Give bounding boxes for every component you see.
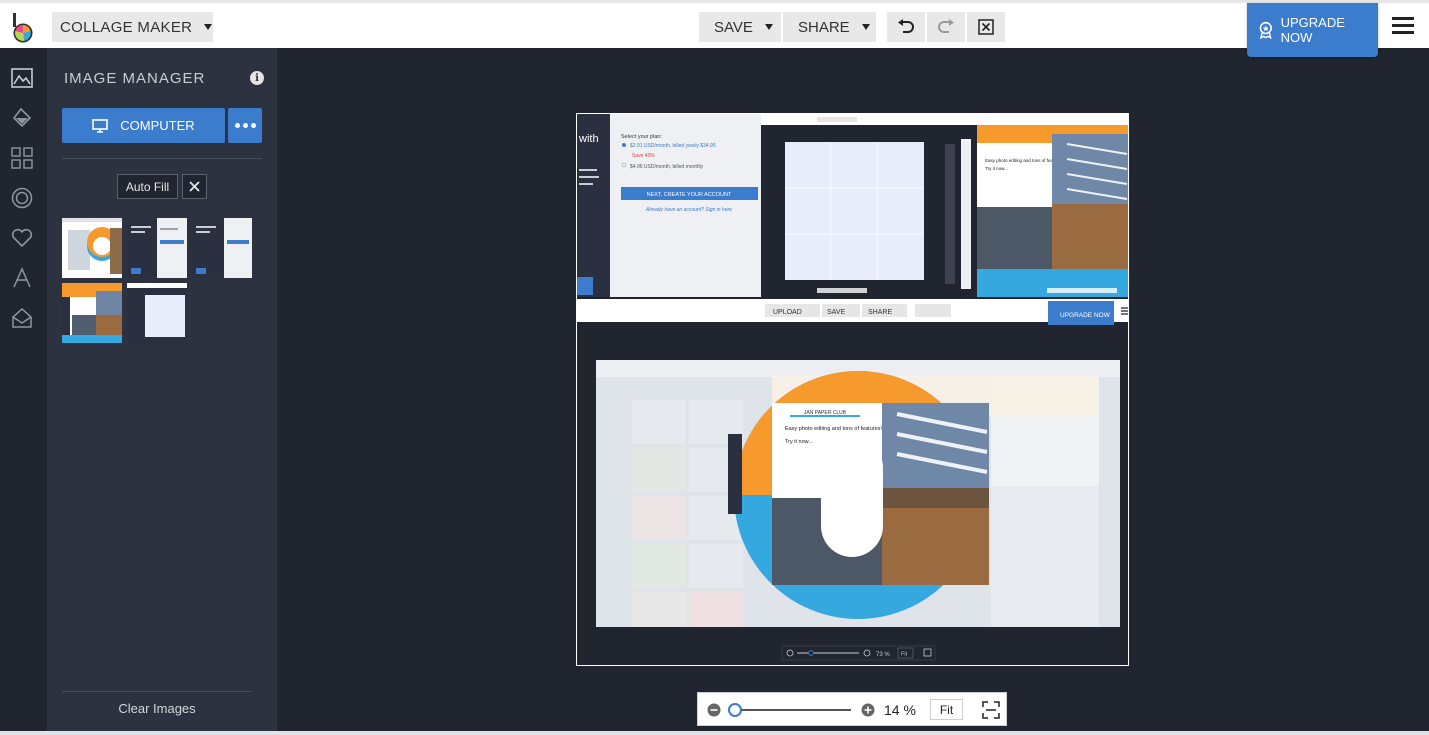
zoom-in-icon[interactable] — [861, 703, 875, 717]
fit-label: Fit — [939, 702, 954, 717]
target-icon[interactable] — [10, 186, 34, 210]
upgrade-now-button[interactable]: UPGRADE NOW — [1247, 3, 1378, 57]
close-doc-icon — [978, 19, 994, 35]
card-headline: Easy photo editing and tons of features! — [785, 426, 882, 432]
collage-canvas[interactable]: with Select your plan: $2.91 USD/month, … — [576, 113, 1129, 666]
zoom-slider-track[interactable] — [735, 709, 851, 711]
image-thumbnail[interactable] — [62, 218, 122, 278]
top-toolbar: COLLAGE MAKER SAVE SHARE UPGRADE NOW — [0, 0, 1429, 57]
close-icon — [189, 181, 200, 192]
cell-heading-fragment: with — [578, 133, 599, 145]
tool-rail — [0, 48, 46, 735]
image-thumbnail[interactable] — [192, 218, 252, 278]
bottom-edge — [0, 731, 1429, 735]
collage-maker-menu[interactable]: COLLAGE MAKER — [52, 12, 213, 42]
layouts-icon[interactable] — [10, 146, 34, 170]
preview-sub: Try it now... — [985, 166, 1008, 171]
upgrade-now-label: UPGRADE NOW — [1280, 15, 1345, 45]
monitor-icon — [92, 118, 109, 133]
auto-fill-button[interactable]: Auto Fill — [117, 174, 178, 199]
panel-divider — [62, 158, 262, 159]
mini-upgrade-label: UPGRADE NOW — [1060, 312, 1111, 319]
mini-zoom-value: 73 % — [876, 652, 890, 658]
zoom-value: 14 % — [884, 702, 916, 718]
image-thumbnail[interactable] — [127, 283, 187, 343]
image-thumbnail[interactable] — [62, 283, 122, 343]
collage-cell-preview[interactable]: Easy photo editing and tons of features!… — [945, 114, 1129, 297]
image-manager-icon[interactable] — [10, 66, 34, 90]
collage-cell-pricing[interactable]: with Select your plan: $2.91 USD/month, … — [577, 114, 761, 297]
zoom-bar: 14 % Fit — [697, 692, 1007, 726]
chevron-down-icon — [764, 24, 773, 30]
signin-link: Already have an account? Sign in here — [645, 207, 732, 213]
clear-autofill-button[interactable] — [182, 174, 207, 199]
computer-label: COMPUTER — [120, 118, 195, 133]
auto-fill-label: Auto Fill — [125, 179, 170, 194]
share-label: SHARE — [798, 18, 850, 36]
redo-icon — [938, 19, 954, 33]
collage-maker-label: COLLAGE MAKER — [60, 18, 193, 36]
mini-save-label: SAVE — [827, 309, 845, 316]
chevron-down-icon — [204, 24, 213, 30]
clear-images-button[interactable]: Clear Images — [62, 696, 252, 720]
panel-divider — [62, 691, 252, 692]
mini-upload-label: UPLOAD — [773, 309, 802, 316]
undo-icon — [898, 19, 914, 33]
hamburger-menu-icon[interactable] — [1392, 17, 1414, 37]
plan-title: Select your plan: — [621, 134, 662, 140]
mini-fit-label: Fit — [901, 652, 908, 658]
zoom-out-icon[interactable] — [707, 703, 721, 717]
redo-button[interactable] — [927, 12, 965, 42]
mini-share-label: SHARE — [868, 309, 892, 316]
zoom-slider-handle[interactable] — [728, 703, 742, 717]
image-manager-title: IMAGE MANAGER — [64, 70, 206, 87]
save-button[interactable]: SAVE — [699, 12, 781, 42]
befunky-logo-icon[interactable] — [10, 13, 36, 43]
more-sources-button[interactable] — [228, 108, 262, 143]
save-label: SAVE — [714, 18, 753, 36]
plan-option-monthly: $4.96 USD/month, billed monthly — [630, 164, 704, 170]
card-title: JAN PAPER CLUB — [804, 410, 847, 416]
fit-button[interactable]: Fit — [930, 699, 963, 720]
create-account-cta: NEXT, CREATE YOUR ACCOUNT — [647, 192, 732, 198]
collage-cell-editor[interactable] — [761, 114, 945, 297]
more-dots-icon — [234, 123, 240, 128]
graphics-icon[interactable] — [10, 306, 34, 330]
collage-cell-big-editor[interactable]: UPLOAD SAVE SHARE UPGRADE NOW JAN PAPER … — [577, 299, 1129, 666]
share-button[interactable]: SHARE — [783, 12, 876, 42]
image-manager-panel: IMAGE MANAGER i COMPUTER Auto Fill Clear… — [47, 48, 277, 731]
chevron-down-icon — [861, 24, 870, 30]
clear-images-label: Clear Images — [118, 700, 196, 716]
close-document-button[interactable] — [967, 12, 1005, 42]
upgrade-icon — [1259, 21, 1272, 39]
collage-maker-app: COLLAGE MAKER SAVE SHARE UPGRADE NOW IMA… — [0, 0, 1429, 735]
heart-icon[interactable] — [10, 226, 34, 250]
image-thumbnail[interactable] — [127, 218, 187, 278]
undo-button[interactable] — [887, 12, 925, 42]
card-sub: Try it now... — [785, 439, 813, 445]
save-badge: Save 40% — [632, 153, 655, 159]
fullscreen-icon[interactable] — [982, 701, 1000, 719]
paint-bucket-icon[interactable] — [10, 106, 34, 130]
upload-computer-button[interactable]: COMPUTER — [62, 108, 225, 143]
info-icon[interactable]: i — [250, 71, 264, 85]
plan-option-yearly: $2.91 USD/month, billed yearly $34.95 — [630, 143, 716, 149]
text-icon[interactable] — [10, 266, 34, 290]
